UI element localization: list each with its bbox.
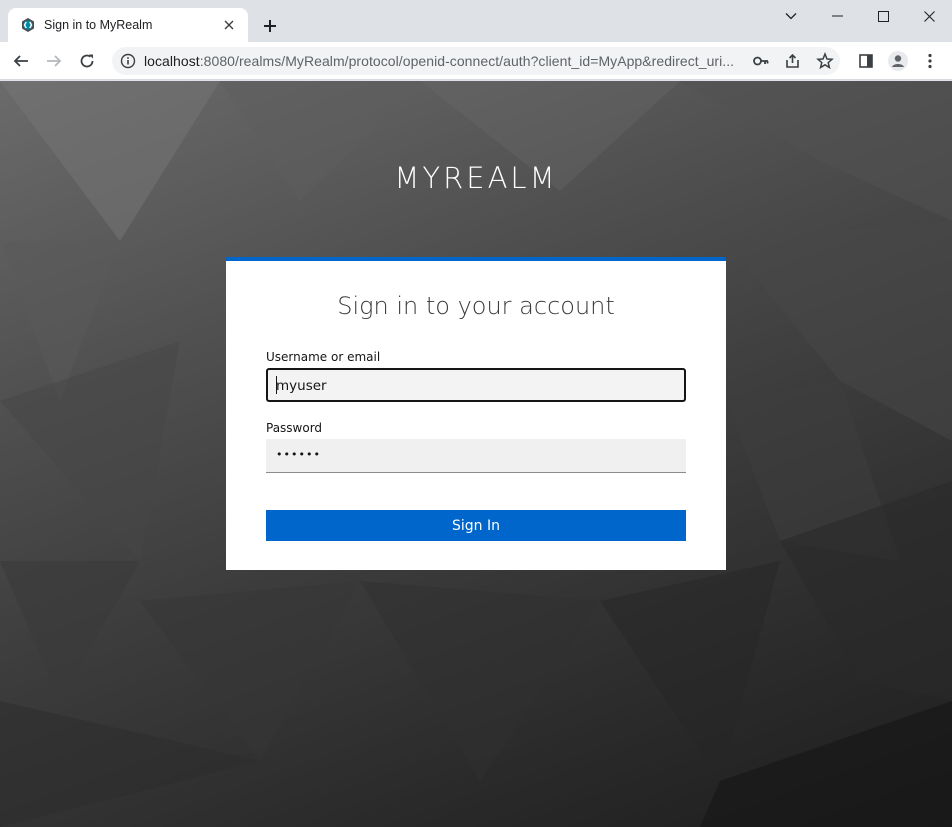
sign-in-button[interactable]: Sign In [266,510,686,541]
tab-search-icon[interactable] [768,0,814,32]
arrow-right-icon[interactable] [40,47,68,75]
key-icon[interactable] [752,52,770,70]
password-label: Password [266,421,323,435]
password-input[interactable]: •••••• [266,439,686,473]
card-title: Sign in to your account [337,292,615,320]
kebab-menu-icon[interactable] [916,47,944,75]
sidepanel-icon[interactable] [852,47,880,75]
maximize-icon[interactable] [860,0,906,32]
window-close-icon[interactable] [906,0,952,32]
new-tab-button[interactable] [258,14,282,38]
keycloak-icon [20,17,36,33]
close-icon[interactable] [220,16,238,34]
login-card: Sign in to your account Username or emai… [226,257,726,570]
username-input[interactable]: myuser [266,368,686,402]
minimize-icon[interactable] [814,0,860,32]
url-text: localhost:8080/realms/MyRealm/protocol/o… [144,53,744,69]
star-icon[interactable] [816,52,834,70]
reload-icon[interactable] [73,47,101,75]
url-host: localhost [144,53,200,69]
arrow-left-icon[interactable] [7,47,35,75]
username-value: myuser [276,378,327,394]
page-viewport: MYREALM Sign in to your account Username… [0,81,952,827]
browser-toolbar: localhost:8080/realms/MyRealm/protocol/o… [0,42,952,80]
realm-title: MYREALM [394,161,558,195]
tab-title: Sign in to MyRealm [44,18,153,32]
username-label: Username or email [266,350,381,364]
share-icon[interactable] [784,52,802,70]
url-path: :8080/realms/MyRealm/protocol/openid-con… [199,53,735,69]
address-bar[interactable]: localhost:8080/realms/MyRealm/protocol/o… [112,47,840,75]
info-icon[interactable] [120,53,136,69]
profile-icon[interactable] [884,47,912,75]
tab-strip: Sign in to MyRealm [0,0,952,42]
browser-tab[interactable]: Sign in to MyRealm [8,8,248,42]
password-value: •••••• [276,448,321,461]
